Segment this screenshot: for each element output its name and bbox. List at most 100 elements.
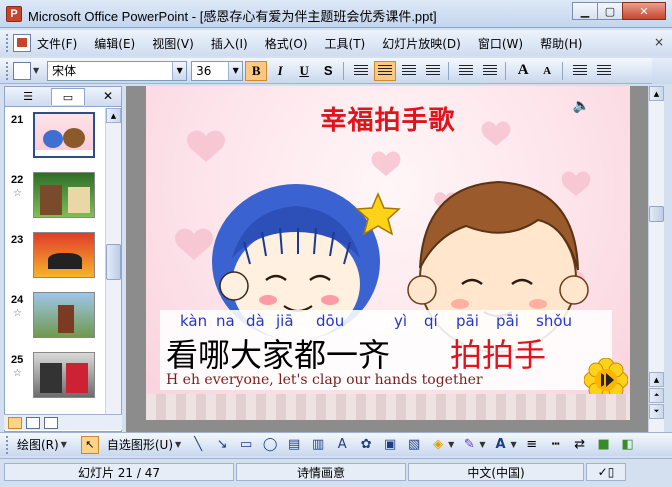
scroll-up-icon[interactable]: ▲ bbox=[106, 108, 121, 123]
font-color-icon[interactable]: A bbox=[491, 437, 509, 453]
slideshow-view-icon[interactable] bbox=[44, 416, 58, 429]
menu-view[interactable]: 视图(V) bbox=[152, 35, 194, 52]
thumbnail-image[interactable] bbox=[33, 232, 95, 278]
powerpoint-app-icon[interactable]: P bbox=[6, 6, 22, 22]
bold-button[interactable]: B bbox=[245, 60, 268, 81]
font-name-value: 宋体 bbox=[52, 64, 77, 78]
chevron-down-icon[interactable]: ▼ bbox=[172, 61, 187, 80]
menu-window[interactable]: 窗口(W) bbox=[478, 35, 523, 52]
toolbar-separator bbox=[505, 61, 507, 80]
slide-scrollbar[interactable]: ▲ ▲ ⏶ ⏷ bbox=[648, 86, 664, 432]
vertical-textbox-icon[interactable]: ▥ bbox=[309, 437, 327, 453]
maximize-button[interactable]: ▢ bbox=[597, 2, 623, 20]
thumb-photo-shape bbox=[68, 187, 90, 213]
align-center-button[interactable] bbox=[374, 60, 397, 81]
line-color-icon[interactable]: ✎ bbox=[460, 437, 478, 453]
design-template-name[interactable]: 诗情画意 bbox=[236, 463, 406, 481]
sound-speaker-icon[interactable]: 🔈 bbox=[573, 98, 590, 114]
document-close-icon[interactable]: × bbox=[654, 35, 664, 49]
current-slide[interactable]: 幸福拍手歌 🔈 kàn na dà jiā dōu yì qí pāi pāi … bbox=[146, 86, 630, 420]
thumbnail-image[interactable] bbox=[33, 112, 95, 158]
pinyin-syllable: yì bbox=[394, 312, 408, 330]
thumbnail-image[interactable] bbox=[33, 172, 95, 218]
new-document-icon[interactable] bbox=[13, 61, 31, 80]
drawing-toolbar: 绘图(R) ▼ ↖ 自选图形(U) ▼ ╲ ↘ ▭ ◯ ▤ ▥ A ✿ ▣ ▧ … bbox=[0, 432, 672, 456]
scrollbar-thumb[interactable] bbox=[106, 244, 121, 280]
thumbnail-slide-24[interactable]: 24 ☆ bbox=[5, 290, 105, 348]
scrollbar-thumb[interactable] bbox=[649, 206, 664, 222]
scroll-up-icon[interactable]: ▲ bbox=[649, 86, 664, 101]
thumbnail-slide-25[interactable]: 25 ☆ bbox=[5, 350, 105, 408]
thumbnail-slide-23[interactable]: 23 bbox=[5, 230, 105, 288]
menu-slideshow[interactable]: 幻灯片放映(D) bbox=[382, 35, 461, 52]
thumbnail-slide-21[interactable]: 21 bbox=[5, 110, 105, 168]
normal-view-icon[interactable] bbox=[8, 416, 22, 429]
minimize-button[interactable]: ▁ bbox=[572, 2, 598, 20]
tab-outline[interactable]: ☰ bbox=[11, 88, 45, 105]
menu-format[interactable]: 格式(O) bbox=[265, 35, 308, 52]
numbering-button[interactable] bbox=[455, 61, 477, 81]
align-right-button[interactable] bbox=[398, 61, 420, 81]
spelling-check-icon[interactable]: ✓▯ bbox=[586, 463, 626, 481]
line-style-icon[interactable]: ≡ bbox=[523, 437, 541, 453]
chevron-down-icon[interactable]: ▼ bbox=[448, 440, 454, 449]
textbox-icon[interactable]: ▤ bbox=[285, 437, 303, 453]
chevron-down-icon[interactable]: ▼ bbox=[33, 66, 39, 75]
arrow-icon[interactable]: ↘ bbox=[213, 437, 231, 453]
toolbar-grip[interactable] bbox=[6, 34, 9, 52]
rectangle-icon[interactable]: ▭ bbox=[237, 437, 255, 453]
tab-slides[interactable]: ▭ bbox=[51, 88, 85, 105]
thumbnail-slide-22[interactable]: 22 ☆ bbox=[5, 170, 105, 228]
toolbar-grip[interactable] bbox=[6, 61, 9, 80]
select-pointer-icon[interactable]: ↖ bbox=[80, 435, 99, 454]
distributed-button[interactable] bbox=[422, 61, 444, 81]
previous-slide-icon[interactable]: ⏶ bbox=[649, 388, 664, 403]
3d-style-icon[interactable]: ◧ bbox=[619, 437, 637, 453]
menu-edit[interactable]: 编辑(E) bbox=[94, 35, 135, 52]
chevron-down-icon[interactable]: ▼ bbox=[175, 440, 181, 449]
menu-help[interactable]: 帮助(H) bbox=[540, 35, 582, 52]
decrease-indent-button[interactable] bbox=[569, 61, 591, 81]
fill-color-icon[interactable]: ◈ bbox=[429, 437, 447, 453]
chevron-down-icon[interactable]: ▼ bbox=[479, 440, 485, 449]
shadow-style-icon[interactable]: ■ bbox=[595, 437, 613, 453]
autoshapes-button[interactable]: 自选图形(U) bbox=[107, 436, 173, 453]
slide-sorter-view-icon[interactable] bbox=[26, 416, 40, 429]
scroll-up-icon[interactable]: ▲ bbox=[649, 372, 664, 387]
oval-icon[interactable]: ◯ bbox=[261, 437, 279, 453]
wordart-icon[interactable]: A bbox=[333, 437, 351, 453]
diagram-icon[interactable]: ✿ bbox=[357, 437, 375, 453]
document-icon[interactable] bbox=[13, 34, 31, 52]
dash-style-icon[interactable]: ┅ bbox=[547, 437, 565, 453]
close-icon[interactable]: ✕ bbox=[103, 89, 113, 103]
italic-button[interactable]: I bbox=[269, 61, 291, 81]
shadow-button[interactable]: S bbox=[317, 61, 339, 81]
close-button[interactable]: ✕ bbox=[622, 2, 666, 20]
shrink-font-button[interactable]: A bbox=[536, 61, 558, 81]
thumbnail-scrollbar[interactable]: ▲ ▼ bbox=[105, 108, 121, 430]
increase-indent-button[interactable] bbox=[593, 61, 615, 81]
bullets-button[interactable] bbox=[479, 61, 501, 81]
grow-font-button[interactable]: A bbox=[512, 61, 534, 81]
menu-tools[interactable]: 工具(T) bbox=[325, 35, 366, 52]
picture-icon[interactable]: ▧ bbox=[405, 437, 423, 453]
font-size-combo[interactable]: 36 ▼ bbox=[191, 60, 244, 81]
thumbnail-image[interactable] bbox=[33, 352, 95, 398]
menu-insert[interactable]: 插入(I) bbox=[211, 35, 248, 52]
toolbar-grip[interactable] bbox=[6, 435, 9, 454]
chevron-down-icon[interactable]: ▼ bbox=[510, 440, 516, 449]
draw-menu-button[interactable]: 绘图(R) bbox=[17, 436, 59, 453]
arrow-style-icon[interactable]: ⇄ bbox=[571, 437, 589, 453]
toolbar-overflow[interactable] bbox=[652, 58, 672, 84]
underline-button[interactable]: U bbox=[293, 61, 315, 81]
chevron-down-icon[interactable]: ▼ bbox=[228, 61, 243, 80]
next-slide-icon[interactable]: ⏷ bbox=[649, 404, 664, 419]
slide-title[interactable]: 幸福拍手歌 bbox=[146, 100, 630, 137]
thumbnail-image[interactable] bbox=[33, 292, 95, 338]
clipart-icon[interactable]: ▣ bbox=[381, 437, 399, 453]
menu-file[interactable]: 文件(F) bbox=[37, 35, 77, 52]
align-left-button[interactable] bbox=[350, 61, 372, 81]
font-name-combo[interactable]: 宋体 ▼ bbox=[47, 60, 188, 81]
line-icon[interactable]: ╲ bbox=[189, 437, 207, 453]
chevron-down-icon[interactable]: ▼ bbox=[61, 440, 67, 449]
